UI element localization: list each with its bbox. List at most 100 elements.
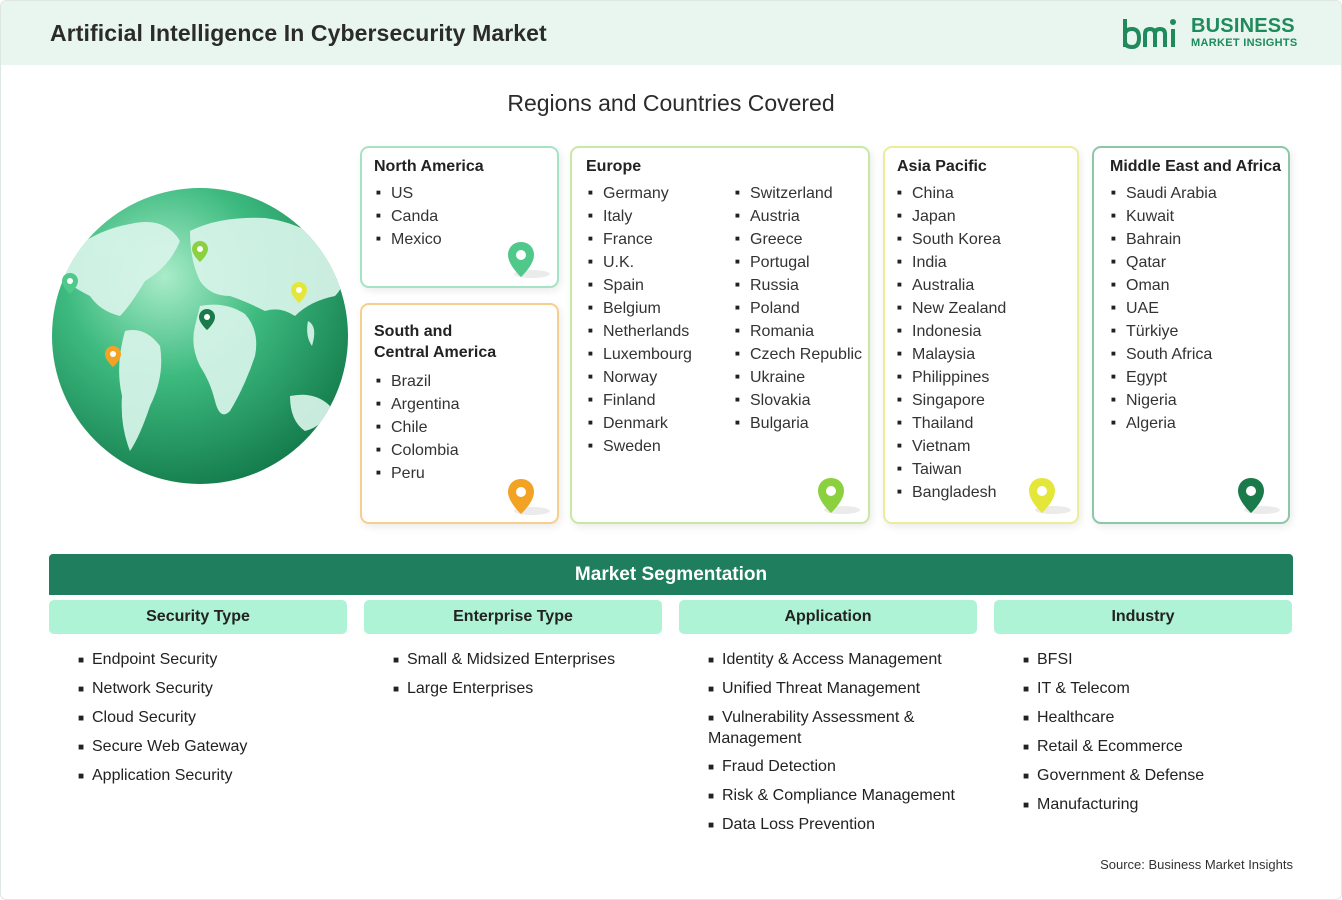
list-item: New Zealand: [897, 297, 1006, 320]
page-title: Artificial Intelligence In Cybersecurity…: [50, 20, 547, 46]
list-item: Data Loss Prevention: [708, 815, 973, 836]
segment-heading-industry: Industry: [994, 600, 1292, 634]
list-item: Denmark: [588, 412, 692, 435]
region-title-line2: Central America: [374, 344, 497, 361]
list-item: Netherlands: [588, 320, 692, 343]
segment-heading-security-type: Security Type: [49, 600, 347, 634]
list-item: Cloud Security: [78, 708, 348, 729]
list-item: IT & Telecom: [1023, 679, 1293, 700]
list-item: Bahrain: [1111, 228, 1217, 251]
list-item: Indonesia: [897, 320, 1006, 343]
list-item: Manufacturing: [1023, 795, 1293, 816]
list-item: Italy: [588, 205, 692, 228]
region-title-line1: South and: [374, 323, 453, 340]
list-item: Canda: [376, 205, 442, 228]
list-item: Bulgaria: [735, 412, 862, 435]
list-item: Sweden: [588, 435, 692, 458]
list-item: Mexico: [376, 228, 442, 251]
list-item: Risk & Compliance Management: [708, 786, 973, 807]
region-card-asia-pacific: Asia Pacific China Japan South Korea Ind…: [883, 146, 1079, 524]
list-item: Endpoint Security: [78, 650, 348, 671]
list-item: Australia: [897, 274, 1006, 297]
list-item: U.K.: [588, 251, 692, 274]
bmi-logo: BUSINESS MARKET INSIGHTS: [1121, 15, 1301, 55]
list-item: Japan: [897, 205, 1006, 228]
region-card-middle-east-africa: Middle East and Africa Saudi Arabia Kuwa…: [1092, 146, 1290, 524]
list-item: Application Security: [78, 766, 348, 787]
list-item: Thailand: [897, 412, 1006, 435]
region-title: South and Central America: [374, 321, 496, 363]
list-item: Greece: [735, 228, 862, 251]
list-item: BFSI: [1023, 650, 1293, 671]
list-item: Czech Republic: [735, 343, 862, 366]
list-item: Finland: [588, 389, 692, 412]
list-item: Germany: [588, 182, 692, 205]
map-pin-icon: [1029, 478, 1071, 514]
list-item: Switzerland: [735, 182, 862, 205]
list-item: Brazil: [376, 370, 460, 393]
list-item: Algeria: [1111, 412, 1217, 435]
country-list: Saudi Arabia Kuwait Bahrain Qatar Oman U…: [1111, 182, 1217, 435]
map-pin-icon: [818, 478, 860, 514]
list-item: UAE: [1111, 297, 1217, 320]
list-item: Egypt: [1111, 366, 1217, 389]
logo-text-business: BUSINESS: [1191, 15, 1295, 37]
list-item: Argentina: [376, 393, 460, 416]
list-item: Spain: [588, 274, 692, 297]
list-item: Norway: [588, 366, 692, 389]
list-item: Chile: [376, 416, 460, 439]
list-item: Poland: [735, 297, 862, 320]
segment-list-enterprise-type: Small & Midsized Enterprises Large Enter…: [393, 650, 663, 708]
list-item: India: [897, 251, 1006, 274]
segment-list-security-type: Endpoint Security Network Security Cloud…: [78, 650, 348, 795]
list-item: Singapore: [897, 389, 1006, 412]
list-item: China: [897, 182, 1006, 205]
region-card-south-central-america: South and Central America Brazil Argenti…: [360, 303, 559, 524]
list-item: Belgium: [588, 297, 692, 320]
list-item: Taiwan: [897, 458, 1006, 481]
list-item: Philippines: [897, 366, 1006, 389]
list-item: Qatar: [1111, 251, 1217, 274]
list-item: Colombia: [376, 439, 460, 462]
segment-heading-enterprise-type: Enterprise Type: [364, 600, 662, 634]
list-item: Oman: [1111, 274, 1217, 297]
segment-list-industry: BFSI IT & Telecom Healthcare Retail & Ec…: [1023, 650, 1293, 824]
region-title: Asia Pacific: [897, 158, 987, 175]
list-item: Bangladesh: [897, 481, 1006, 504]
list-item: South Korea: [897, 228, 1006, 251]
list-item: Vietnam: [897, 435, 1006, 458]
map-pin-icon: [508, 242, 550, 278]
list-item: US: [376, 182, 442, 205]
region-title: Europe: [586, 158, 642, 175]
bmi-logo-icon: [1123, 19, 1176, 50]
list-item: Small & Midsized Enterprises: [393, 650, 663, 671]
list-item: Nigeria: [1111, 389, 1217, 412]
segment-heading-application: Application: [679, 600, 977, 634]
globe-illustration: [52, 188, 348, 484]
list-item: Large Enterprises: [393, 679, 663, 700]
list-item: Portugal: [735, 251, 862, 274]
map-pin-icon: [508, 479, 550, 515]
list-item: Ukraine: [735, 366, 862, 389]
region-title: North America: [374, 158, 484, 175]
list-item: Government & Defense: [1023, 766, 1293, 787]
country-list: China Japan South Korea India Australia …: [897, 182, 1006, 504]
regions-title: Regions and Countries Covered: [507, 90, 835, 116]
list-item: Kuwait: [1111, 205, 1217, 228]
list-item: Retail & Ecommerce: [1023, 737, 1293, 758]
list-item: France: [588, 228, 692, 251]
list-item: Vulnerability Assessment & Management: [708, 708, 973, 749]
country-list-col1: Germany Italy France U.K. Spain Belgium …: [588, 182, 692, 458]
list-item: Identity & Access Management: [708, 650, 973, 671]
list-item: Austria: [735, 205, 862, 228]
list-item: Network Security: [78, 679, 348, 700]
country-list: Brazil Argentina Chile Colombia Peru: [376, 370, 460, 485]
list-item: Secure Web Gateway: [78, 737, 348, 758]
list-item: Unified Threat Management: [708, 679, 973, 700]
market-segmentation-header: Market Segmentation: [49, 554, 1293, 595]
list-item: South Africa: [1111, 343, 1217, 366]
source-note: Source: Business Market Insights: [1100, 857, 1293, 872]
region-card-north-america: North America US Canda Mexico: [360, 146, 559, 288]
list-item: Türkiye: [1111, 320, 1217, 343]
list-item: Peru: [376, 462, 460, 485]
